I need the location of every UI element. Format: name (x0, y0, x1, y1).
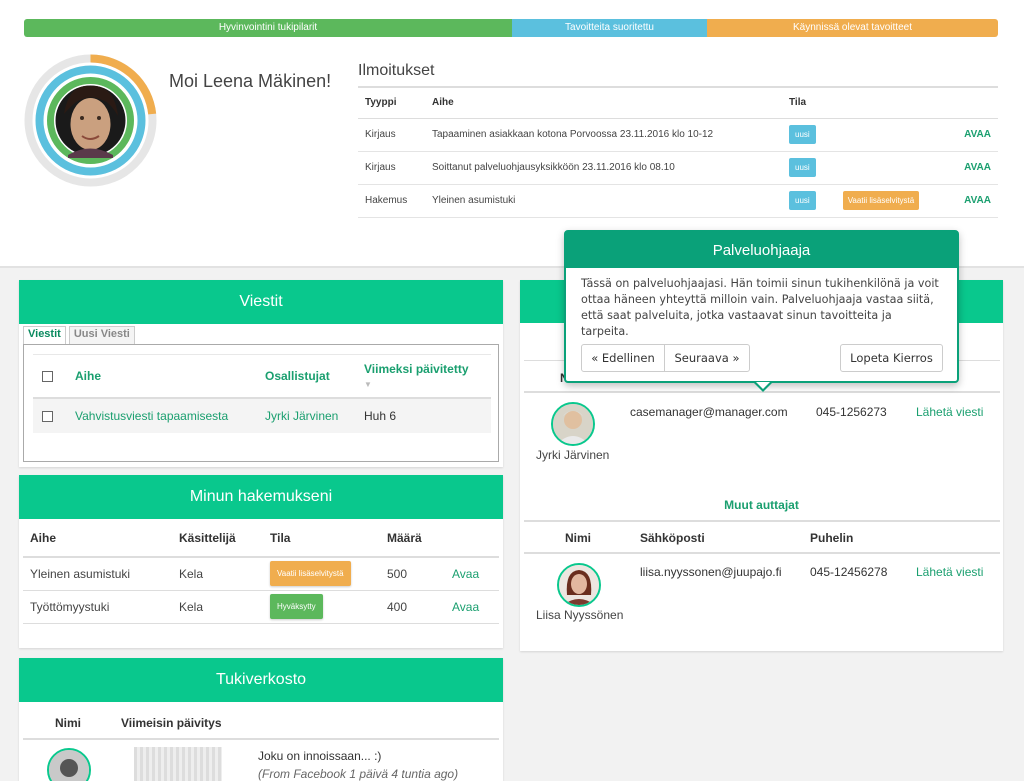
post-thumbnail[interactable] (134, 747, 222, 781)
tour-popover: Palveluohjaaja Tässä on palveluohjaajasi… (564, 230, 959, 392)
tour-end-button[interactable]: Lopeta Kierros (840, 344, 943, 372)
application-subject: Työttömyystuki (23, 590, 172, 624)
helper-avatar[interactable] (557, 563, 601, 607)
profile-avatar-rings[interactable] (24, 54, 157, 187)
notification-type: Kirjaus (358, 151, 425, 185)
col-name: Nimi (55, 716, 82, 730)
notifications-panel: Ilmoitukset Tyyppi Aihe Tila Kirjaus Tap… (358, 62, 998, 218)
col-status: Tila (782, 86, 938, 119)
messages-title: Viestit (19, 280, 503, 324)
col-updated-label: Viimeksi päivitetty (364, 361, 469, 376)
row-checkbox[interactable] (42, 410, 53, 422)
notification-subject: Yleinen asumistuki (425, 184, 782, 218)
tour-prev-button[interactable]: « Edellinen (581, 344, 665, 372)
col-participants[interactable]: Osallistujat (256, 354, 355, 399)
goals-done-label: Tavoitteita suoritettu (565, 22, 654, 33)
case-manager-phone: 045-1256273 (816, 405, 887, 419)
table-row[interactable]: Yleinen asumistuki Kela Vaatii lisäselvi… (23, 557, 499, 591)
tab-messages[interactable]: Viestit (23, 326, 66, 344)
pillars-label: Hyvinvointini tukipilarit (218, 22, 318, 33)
col-handler: Käsittelijä (172, 519, 263, 558)
notification-type: Hakemus (358, 184, 425, 218)
messages-card: Viestit Viestit Uusi Viesti Aihe Osallist… (19, 280, 503, 467)
open-link[interactable]: Avaa (452, 600, 479, 614)
application-handler: Kela (172, 557, 263, 591)
goals-done-progress-bar[interactable]: Tavoitteita suoritettu (512, 19, 707, 37)
send-message-link[interactable]: Lähetä viesti (916, 405, 983, 419)
pillars-progress-bar[interactable]: Hyvinvointini tukipilarit (24, 19, 512, 37)
send-message-link[interactable]: Lähetä viesti (916, 565, 983, 579)
notifications-table: Tyyppi Aihe Tila Kirjaus Tapaaminen asia… (358, 86, 998, 218)
case-manager-avatar[interactable] (551, 402, 595, 446)
helper-email: liisa.nyyssonen@juupajo.fi (640, 565, 782, 579)
other-helpers-title: Muut auttajat (724, 498, 799, 512)
tab-new-message[interactable]: Uusi Viesti (68, 326, 135, 344)
notification-type: Kirjaus (358, 118, 425, 152)
messages-list-box: Aihe Osallistujat Viimeksi päivitetty ▼ V… (23, 344, 499, 462)
new-badge: uusi (789, 191, 816, 210)
open-link[interactable]: AVAA (964, 162, 991, 173)
table-row[interactable]: Kirjaus Tapaaminen asiakkaan kotona Porv… (358, 118, 998, 152)
tour-title: Palveluohjaaja (566, 232, 957, 268)
case-manager-name: Jyrki Järvinen (536, 448, 610, 462)
helper-phone: 045-12456278 (810, 565, 888, 579)
support-network-card: Tukiverkosto Nimi Viimeisin päivitys Jok… (19, 658, 503, 781)
col-subject[interactable]: Aihe (66, 354, 256, 399)
col-updated[interactable]: Viimeksi päivitetty ▼ (355, 354, 491, 399)
open-link[interactable]: AVAA (964, 195, 991, 206)
case-manager-email: casemanager@manager.com (630, 405, 788, 419)
post-text: Joku on innoissaan... :) (258, 749, 382, 763)
col-amount: Määrä (380, 519, 445, 558)
tour-next-button[interactable]: Seuraava » (664, 344, 750, 372)
notification-subject: Soittanut palveluohjausyksikköön 23.11.2… (425, 151, 782, 185)
post-meta: (From Facebook 1 päivä 4 tuntia ago) (258, 767, 459, 781)
new-badge: uusi (789, 125, 816, 144)
goals-ongoing-progress-bar[interactable]: Käynnissä olevat tavoitteet (707, 19, 998, 37)
table-row[interactable]: Hakemus Yleinen asumistuki uusi Vaatii li… (358, 184, 998, 218)
top-panel: Hyvinvointini tukipilarit Tavoitteita su… (0, 0, 1024, 268)
messages-tabs: Viestit Uusi Viesti (23, 326, 135, 344)
application-amount: 400 (380, 590, 445, 624)
status-badge: Vaatii lisäselvitystä (270, 561, 351, 587)
col-phone: Puhelin (810, 531, 854, 545)
application-handler: Kela (172, 590, 263, 624)
col-email: Sähköposti (640, 531, 705, 545)
helper-name: Liisa Nyyssönen (536, 608, 624, 622)
goals-ongoing-label: Käynnissä olevat tavoitteet (793, 22, 912, 33)
notifications-title: Ilmoitukset (358, 62, 435, 79)
message-updated: Huh 6 (355, 397, 491, 433)
sort-desc-icon: ▼ (364, 379, 372, 389)
col-latest-update: Viimeisin päivitys (121, 716, 222, 730)
message-participants[interactable]: Jyrki Järvinen (256, 397, 355, 433)
needs-clarification-badge: Vaatii lisäselvitystä (842, 191, 920, 210)
notification-subject: Tapaaminen asiakkaan kotona Porvoossa 23… (425, 118, 782, 152)
open-link[interactable]: AVAA (964, 129, 991, 140)
col-subject: Aihe (23, 519, 172, 558)
applications-card: Minun hakemukseni Aihe Käsittelijä Tila … (19, 475, 503, 648)
application-subject: Yleinen asumistuki (23, 557, 172, 591)
network-person-avatar[interactable] (47, 748, 91, 781)
table-row[interactable]: Kirjaus Soittanut palveluohjausyksikköön… (358, 151, 998, 185)
table-row[interactable]: Työttömyystuki Kela Hyväksytty 400 Avaa (23, 590, 499, 624)
open-link[interactable]: Avaa (452, 567, 479, 581)
table-row[interactable]: Vahvistusviesti tapaamisesta Jyrki Järvi… (33, 397, 491, 433)
applications-title: Minun hakemukseni (19, 475, 503, 519)
col-type: Tyyppi (358, 86, 425, 119)
messages-table: Aihe Osallistujat Viimeksi päivitetty ▼ V… (33, 354, 491, 433)
greeting: Moi Leena Mäkinen! (169, 71, 332, 91)
new-badge: uusi (789, 158, 816, 177)
support-network-title: Tukiverkosto (19, 658, 503, 702)
status-badge: Hyväksytty (270, 594, 323, 619)
select-all-checkbox[interactable] (42, 371, 53, 383)
col-subject: Aihe (425, 86, 782, 119)
message-subject[interactable]: Vahvistusviesti tapaamisesta (66, 397, 256, 433)
tour-body: Tässä on palveluohjaajasi. Hän toimii si… (581, 277, 939, 338)
progress-rings (24, 54, 157, 187)
col-status: Tila (263, 519, 380, 558)
application-amount: 500 (380, 557, 445, 591)
applications-table: Aihe Käsittelijä Tila Määrä Yleinen asum… (23, 519, 499, 624)
col-name: Nimi (565, 531, 592, 545)
